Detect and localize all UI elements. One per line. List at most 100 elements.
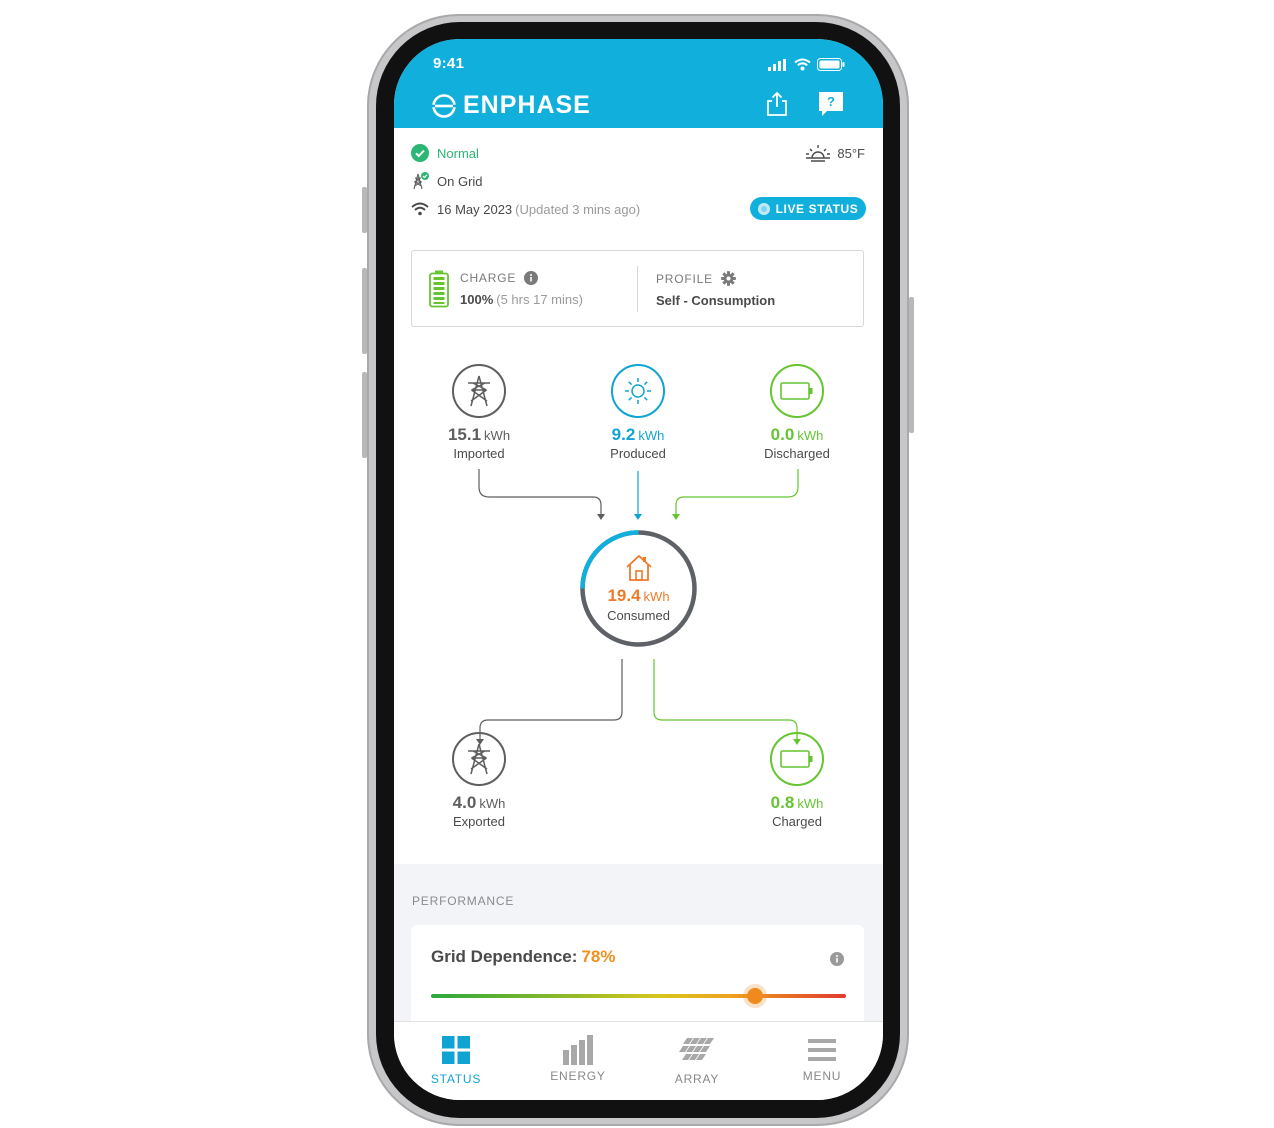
grid-icon — [442, 1036, 470, 1064]
charge-time: (5 hrs 17 mins) — [496, 292, 583, 307]
phone-volume-up-button — [362, 268, 367, 354]
discharged-unit: kWh — [797, 428, 824, 443]
battery-card[interactable]: CHARGE 100% (5 hrs 17 mins) PROFILE Self … — [411, 250, 864, 327]
exported-unit: kWh — [479, 796, 506, 811]
profile-section[interactable]: PROFILE Self - Consumption — [656, 271, 775, 308]
tab-status-label: STATUS — [430, 1072, 482, 1086]
profile-value: Self - Consumption — [656, 293, 776, 308]
status-bar-icons — [768, 58, 845, 71]
profile-label: PROFILE — [656, 271, 713, 286]
battery-icon — [780, 382, 813, 400]
charge-label: CHARGE — [460, 271, 517, 285]
charged-unit: kWh — [797, 796, 824, 811]
live-status-button[interactable]: LIVE STATUS — [750, 197, 866, 220]
imported-value: 15.1 — [447, 425, 482, 444]
temperature: 85°F — [837, 145, 865, 161]
consumed-unit: kWh — [643, 589, 670, 604]
charged-node[interactable]: 0.8 kWh Charged — [737, 732, 857, 829]
update-date: 16 May 2023 — [437, 201, 513, 217]
performance-title: PERFORMANCE — [412, 894, 515, 908]
charged-flow-line — [653, 659, 798, 741]
help-chat-icon: ? — [819, 92, 843, 116]
charged-value: 0.8 — [770, 793, 795, 812]
performance-section: PERFORMANCE Grid Dependence: 78% — [394, 864, 883, 1035]
system-status-text: Normal — [437, 145, 479, 161]
tab-status[interactable]: STATUS — [411, 1034, 501, 1086]
exported-label: Exported — [452, 814, 506, 829]
menu-icon — [808, 1039, 836, 1061]
info-icon[interactable] — [830, 952, 844, 966]
charge-section: CHARGE 100% (5 hrs 17 mins) — [460, 271, 583, 307]
imported-arrow-icon — [597, 514, 605, 520]
bar-chart-icon — [563, 1035, 593, 1065]
svg-text:?: ? — [827, 94, 835, 109]
solar-array-icon — [679, 1038, 714, 1060]
tab-energy-label: ENERGY — [550, 1069, 606, 1083]
discharged-node[interactable]: 0.0 kWh Discharged — [737, 364, 857, 461]
connection-wifi-icon — [411, 202, 429, 216]
help-button[interactable]: ? — [818, 91, 844, 117]
check-circle-icon — [411, 144, 429, 162]
phone-power-button — [909, 297, 914, 433]
live-status-label: LIVE STATUS — [775, 201, 859, 216]
consumed-node[interactable]: 19.4 kWh Consumed — [579, 529, 698, 648]
sun-rise-icon — [806, 145, 831, 162]
logo-text: ENPHASE — [463, 91, 591, 119]
weather: 85°F — [805, 144, 865, 162]
app-header: 9:41 ENPHASE ? — [394, 39, 883, 128]
charge-value: 100% — [460, 292, 494, 307]
grid-dependence-bar — [431, 988, 846, 1004]
produced-arrow-icon — [634, 514, 642, 520]
battery-icon — [780, 750, 813, 768]
phone-volume-down-button — [362, 372, 367, 458]
battery-status-icon — [817, 58, 845, 71]
imported-unit: kWh — [484, 428, 511, 443]
transmission-tower-icon — [468, 375, 490, 407]
tab-menu[interactable]: MENU — [777, 1034, 867, 1086]
produced-label: Produced — [610, 446, 666, 461]
tab-array-label: ARRAY — [674, 1072, 720, 1086]
bottom-tab-bar: STATUS ENERGY ARRAY MENU — [394, 1021, 883, 1100]
share-button[interactable] — [764, 91, 790, 117]
sun-icon — [625, 378, 651, 404]
tab-menu-label: MENU — [802, 1069, 842, 1083]
charged-label: Charged — [772, 814, 822, 829]
phone-side-button — [362, 187, 367, 233]
exported-node[interactable]: 4.0 kWh Exported — [419, 732, 539, 829]
system-status-row: Normal — [411, 144, 479, 162]
gear-icon[interactable] — [721, 271, 736, 286]
live-indicator-icon — [757, 202, 770, 215]
produced-node[interactable]: 9.2 kWh Produced — [578, 364, 698, 461]
imported-flow-line — [478, 469, 602, 516]
app-screen: 9:41 ENPHASE ? Normal On Grid 16 May 202… — [394, 39, 883, 1100]
grid-status-text: On Grid — [437, 173, 483, 189]
grid-dependence-marker — [746, 988, 763, 1004]
card-divider — [637, 266, 638, 312]
imported-label: Imported — [453, 446, 505, 461]
discharged-arrow-icon — [672, 514, 680, 520]
wifi-icon — [794, 58, 811, 71]
produced-unit: kWh — [638, 428, 665, 443]
status-bar-time: 9:41 — [433, 55, 465, 72]
grid-dependence-card[interactable]: Grid Dependence: 78% — [411, 925, 864, 1035]
exported-flow-line — [479, 659, 623, 741]
transmission-tower-icon — [468, 743, 490, 775]
imported-node[interactable]: 15.1 kWh Imported — [419, 364, 539, 461]
exported-value: 4.0 — [452, 793, 477, 812]
grid-status-row: On Grid — [411, 172, 483, 190]
update-elapsed: (Updated 3 mins ago) — [515, 201, 641, 217]
discharged-label: Discharged — [764, 446, 830, 461]
enphase-logo-icon — [431, 93, 457, 118]
discharged-flow-line — [675, 469, 799, 516]
cellular-signal-icon — [768, 58, 786, 71]
last-update-row: 16 May 2023 (Updated 3 mins ago) — [411, 200, 640, 218]
produced-value: 9.2 — [611, 425, 636, 444]
tab-array[interactable]: ARRAY — [652, 1034, 742, 1086]
grid-dependence-value: 78% — [581, 947, 616, 966]
house-icon — [626, 554, 652, 581]
grid-dependence-label: Grid Dependence: — [431, 947, 578, 966]
consumed-value: 19.4 — [607, 586, 641, 605]
enphase-logo: ENPHASE — [431, 91, 591, 120]
tab-energy[interactable]: ENERGY — [533, 1034, 623, 1086]
info-icon[interactable] — [524, 271, 539, 285]
